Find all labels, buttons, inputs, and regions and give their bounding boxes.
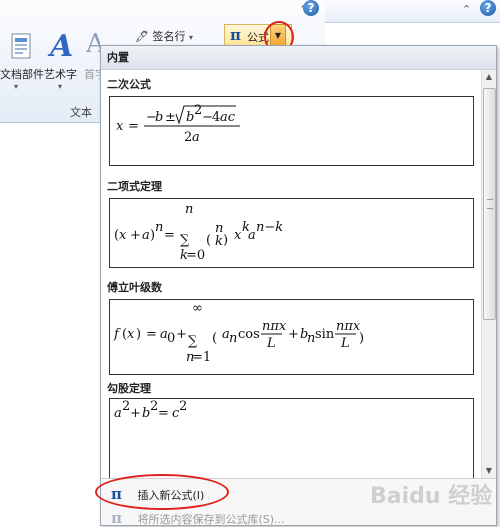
section-title-binomial: 二项式定理 xyxy=(107,180,162,193)
svg-text:): ) xyxy=(223,233,228,248)
svg-text:ac: ac xyxy=(220,110,236,125)
svg-text:+: + xyxy=(176,327,187,342)
svg-text:=: = xyxy=(164,228,175,243)
svg-text:n: n xyxy=(229,331,237,346)
svg-text:2: 2 xyxy=(179,399,187,414)
document-parts-icon xyxy=(11,33,31,59)
watermark: Baidu 经验 xyxy=(370,484,493,509)
svg-text:x: x xyxy=(127,327,135,342)
svg-text:=0: =0 xyxy=(186,248,205,263)
svg-text:a: a xyxy=(142,228,150,243)
ribbon-group-label: 文本 xyxy=(70,106,92,119)
svg-text:a: a xyxy=(192,130,200,145)
equation-pythagorean[interactable]: a 2 + b 2 = c 2 xyxy=(109,398,474,480)
scroll-down-icon[interactable]: ▼ xyxy=(482,464,496,478)
svg-text:k: k xyxy=(215,234,223,249)
svg-text:cos: cos xyxy=(238,327,260,342)
save-pi-icon: π xyxy=(111,509,122,527)
svg-text:nπx: nπx xyxy=(262,319,287,334)
binomial-theorem-graphic: ( x + a ) n = ∑ n k =0 ( n k ) x k a n−k xyxy=(114,202,283,263)
signature-line-button[interactable]: 🖊 签名行 ▾ xyxy=(135,28,193,44)
help-icon-right[interactable]: ? xyxy=(480,0,496,16)
wordart-button[interactable]: A xyxy=(46,28,76,64)
svg-text:(: ( xyxy=(206,233,211,248)
svg-text:a: a xyxy=(114,406,122,421)
svg-text:=: = xyxy=(146,327,157,342)
svg-text:): ) xyxy=(359,331,364,346)
dropcap-icon: A xyxy=(85,29,106,59)
svg-text:=: = xyxy=(158,406,169,421)
document-parts-label: 文档部件 xyxy=(0,68,44,81)
scrollbar-thumb[interactable] xyxy=(483,88,496,320)
section-title-quadratic: 二次公式 xyxy=(107,78,151,91)
wordart-label: 艺术字 xyxy=(44,68,77,81)
svg-text:+: + xyxy=(130,406,141,421)
svg-text:nπx: nπx xyxy=(336,319,361,334)
wordart-chevron-icon: ▾ xyxy=(58,82,63,91)
section-title-fourier: 傅立叶级数 xyxy=(107,281,162,294)
svg-text:(: ( xyxy=(212,331,217,346)
pythagorean-theorem-graphic: a 2 + b 2 = c 2 xyxy=(114,399,187,421)
svg-text:L: L xyxy=(340,336,350,351)
save-selection-label: 将所选内容保存到公式库(S)... xyxy=(137,513,285,526)
document-parts-button[interactable] xyxy=(2,28,40,63)
section-title-pythagorean: 勾股定理 xyxy=(107,382,151,395)
svg-text:x: x xyxy=(116,119,124,134)
svg-text:): ) xyxy=(136,327,141,342)
signature-line-label: 签名行 xyxy=(152,30,186,43)
scrollbar-grip xyxy=(487,199,493,209)
svg-text:±: ± xyxy=(165,110,176,125)
pi-icon: π xyxy=(230,26,241,44)
svg-text:sin: sin xyxy=(315,327,335,342)
ribbon-collapse-icon-right[interactable]: ⌃ xyxy=(462,3,471,16)
svg-text:n−k: n−k xyxy=(256,220,283,235)
wordart-icon: A xyxy=(47,29,73,64)
svg-text:∑: ∑ xyxy=(180,233,190,248)
svg-text:a: a xyxy=(248,228,256,243)
svg-text:+: + xyxy=(130,228,141,243)
scroll-up-icon[interactable]: ▲ xyxy=(482,70,496,84)
insert-new-highlight-circle xyxy=(95,474,229,510)
svg-text:n: n xyxy=(155,220,163,235)
svg-text:A: A xyxy=(86,29,100,58)
help-icon[interactable]: ? xyxy=(303,0,319,16)
signature-icon: 🖊 xyxy=(135,30,149,43)
quadratic-formula-graphic: x = − b ± b 2 − 4 ac 2 a xyxy=(116,103,240,145)
gallery-header: 内置 xyxy=(101,46,496,70)
title-bar-right xyxy=(325,0,500,23)
equation-fourier[interactable]: f ( x ) = a 0 + ∑ ∞ n =1 ( a n cos nπx L… xyxy=(109,299,474,375)
svg-text:∑: ∑ xyxy=(188,334,198,349)
svg-text:∞: ∞ xyxy=(192,301,203,316)
svg-text:=1: =1 xyxy=(192,350,211,365)
svg-text:b: b xyxy=(155,110,163,125)
svg-text:n: n xyxy=(185,202,193,217)
fourier-series-graphic: f ( x ) = a 0 + ∑ ∞ n =1 ( a n cos nπx L… xyxy=(113,301,364,365)
svg-text:f: f xyxy=(113,327,121,342)
document-parts-chevron-icon: ▾ xyxy=(14,82,19,91)
save-selection-item[interactable]: π 将所选内容保存到公式库(S)... xyxy=(111,509,285,527)
signature-chevron-icon: ▾ xyxy=(188,33,193,42)
dropcap-button[interactable]: A xyxy=(85,28,106,61)
equation-gallery-dropdown: 内置 二次公式 x = − b ± b 2 − 4 ac 2 a 二项式定理 (… xyxy=(100,45,497,527)
svg-text:L: L xyxy=(266,336,276,351)
equation-quadratic[interactable]: x = − b ± b 2 − 4 ac 2 a xyxy=(109,96,474,166)
svg-text:+: + xyxy=(288,327,299,342)
svg-text:=: = xyxy=(128,119,139,134)
svg-text:A: A xyxy=(47,29,73,60)
svg-text:0: 0 xyxy=(167,331,175,346)
equation-binomial[interactable]: ( x + a ) n = ∑ n k =0 ( n k ) x k a n−k xyxy=(109,198,474,268)
svg-text:x: x xyxy=(234,228,242,243)
svg-text:x: x xyxy=(119,228,127,243)
gallery-scrollbar[interactable]: ▲ ▼ xyxy=(481,70,496,480)
